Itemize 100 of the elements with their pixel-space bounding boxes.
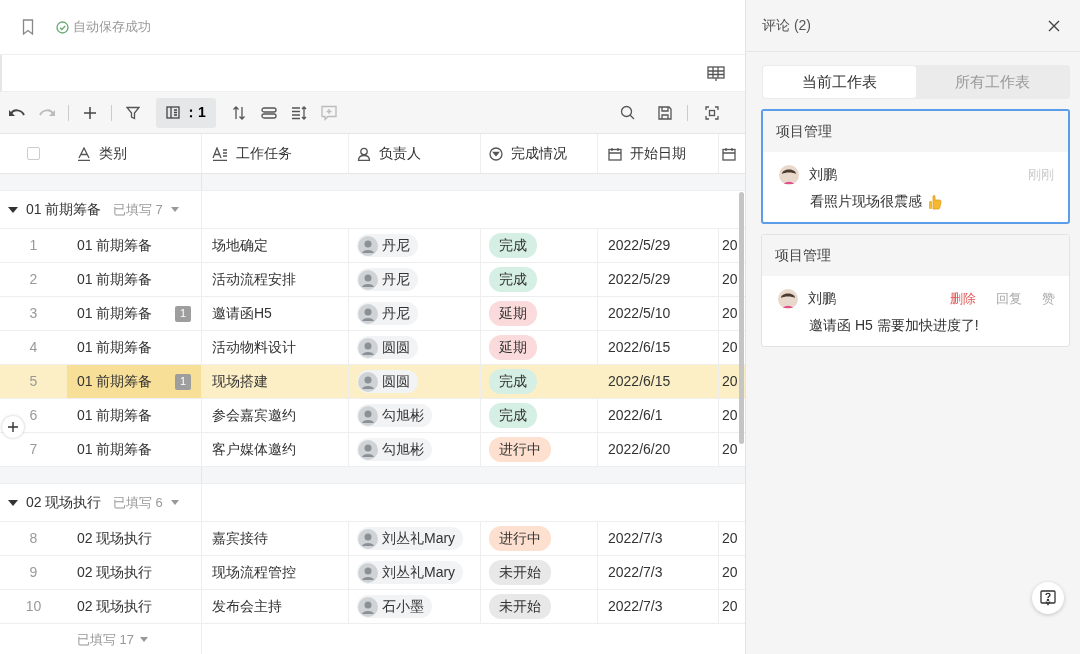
group-count: 已填写 6 [112,493,163,512]
fullscreen-icon[interactable] [705,105,719,120]
dropdown-circle-icon [489,146,503,161]
table-row[interactable]: 2 01 前期筹备 活动流程安排 丹尼 完成 2022/5/29 20 [0,263,745,297]
avatar-icon [358,562,378,583]
long-text-field-icon [212,146,228,161]
table-cell-text: 客户媒体邀约 [212,440,296,459]
avatar-icon [358,269,378,290]
table-row[interactable]: 5 01 前期筹备 1 现场搭建 圆圆 完成 2022/6/15 20 [0,365,745,399]
owner-name: 圆圆 [382,338,410,357]
table-cell-text: 2022/7/3 [608,529,663,548]
table-cell-text: 活动流程安排 [212,270,296,289]
avatar-icon [358,405,378,426]
row-number: 6 [29,406,38,425]
sheet-name: 项目管理 [763,111,1068,152]
table-cell-text: 嘉宾接待 [212,529,268,548]
status-tag: 进行中 [489,526,551,551]
status-tag: 完成 [489,369,537,394]
comment-card[interactable]: 项目管理 刘鹏 删除 回复 赞 邀请函 H5 需要加快进度了! [761,234,1070,347]
table-icon[interactable] [707,65,725,81]
select-all-checkbox[interactable] [27,147,40,160]
table-row[interactable]: 9 02 现场执行 现场流程管控 刘丛礼Mary 未开始 2022/7/3 20 [0,556,745,590]
table-cell-text: 20 [722,529,738,548]
status-tag: 完成 [489,267,537,292]
table-cell-text: 02 现场执行 [77,563,153,582]
avatar-icon [779,164,799,185]
sheet-name: 项目管理 [762,235,1069,276]
calendar-icon [722,146,736,161]
status-tag: 完成 [489,233,537,258]
row-number: 9 [29,563,38,582]
column-icon [166,106,180,119]
table-cell-text: 20 [722,338,738,357]
table-cell-text: 2022/6/1 [608,406,663,425]
table-cell-text: 20 [722,563,738,582]
row-number: 4 [29,338,38,357]
save-status: 自动保存成功 [72,18,151,37]
owner-name: 圆圆 [382,372,410,391]
caret-icon[interactable] [170,499,179,506]
bookmark-icon[interactable] [22,19,34,35]
table-cell-text: 现场搭建 [212,372,268,391]
plus-icon [8,422,18,432]
comment-text: 邀请函 H5 需要加快进度了! [809,316,979,335]
row-number: 5 [29,372,38,391]
column-header[interactable]: 开始日期 [630,143,686,164]
status-tag: 进行中 [489,437,551,462]
person-icon [357,146,371,161]
table-cell-text: 20 [722,597,738,616]
search-icon[interactable] [620,105,635,120]
plus-icon[interactable] [83,105,97,120]
collapse-caret-icon[interactable] [8,204,18,215]
row-number: 3 [29,304,38,323]
column-header[interactable]: 负责人 [379,143,421,164]
owner-name: 石小墨 [382,597,424,616]
table-cell-text: 邀请函H5 [212,304,272,323]
total-count: 已填写 17 [77,630,135,649]
tab[interactable]: 当前工作表 [763,66,916,98]
owner-name: 丹尼 [382,270,410,289]
table-cell-text: 01 前期筹备 [77,270,153,289]
row-number: 1 [29,236,38,255]
column-header[interactable]: 完成情况 [511,143,567,164]
help-button[interactable] [1032,582,1064,614]
table-row[interactable]: 1 01 前期筹备 场地确定 丹尼 完成 2022/5/29 20 [0,229,745,263]
table-cell-text: 2022/6/20 [608,440,671,459]
table-cell-text: 2022/5/29 [608,236,671,255]
caret-icon[interactable] [170,206,179,213]
row-height-icon[interactable] [290,105,307,120]
close-icon [1048,19,1060,32]
table-cell-text: 20 [722,236,738,255]
group-icon[interactable] [260,106,277,119]
table-row[interactable]: 8 02 现场执行 嘉宾接待 刘丛礼Mary 进行中 2022/7/3 20 [0,522,745,556]
table-cell-text: 02 现场执行 [77,529,153,548]
sort-icon[interactable] [231,105,246,120]
group-title: 02 现场执行 [26,493,102,512]
avatar-icon [358,371,378,392]
check-circle-icon [56,20,69,34]
status-tag: 完成 [489,403,537,428]
caret-icon[interactable] [140,636,149,643]
comment-action[interactable]: 删除 [950,288,976,309]
table-row[interactable]: 3 01 前期筹备 1 邀请函H5 丹尼 延期 2022/5/10 20 [0,297,745,331]
column-header[interactable]: 类别 [99,143,127,164]
table-cell-text: 2022/5/10 [608,304,671,323]
group-title: 01 前期筹备 [26,200,102,219]
scrollbar[interactable] [739,192,744,444]
author-name: 刘鹏 [809,165,838,184]
collapse-caret-icon[interactable] [8,497,18,508]
table-row[interactable]: 10 02 现场执行 发布会主持 石小墨 未开始 2022/7/3 20 [0,590,745,624]
table-cell-text: 参会嘉宾邀约 [212,406,296,425]
save-icon[interactable] [657,105,672,120]
table-cell-text: 20 [722,440,738,459]
column-header[interactable]: 工作任务 [236,143,292,164]
table-cell-text: 01 前期筹备 [77,338,153,357]
avatar-icon [358,337,378,358]
table-cell-text: 2022/6/15 [608,338,671,357]
filter-icon[interactable] [126,105,140,120]
avatar-icon [358,596,378,617]
table-cell-text: 01 前期筹备 [77,372,153,391]
table-cell-text: 活动物料设计 [212,338,296,357]
table-cell-text: 20 [722,270,738,289]
hidden-fields-button[interactable]: ：1 [156,97,216,128]
add-row-button[interactable] [2,416,24,438]
